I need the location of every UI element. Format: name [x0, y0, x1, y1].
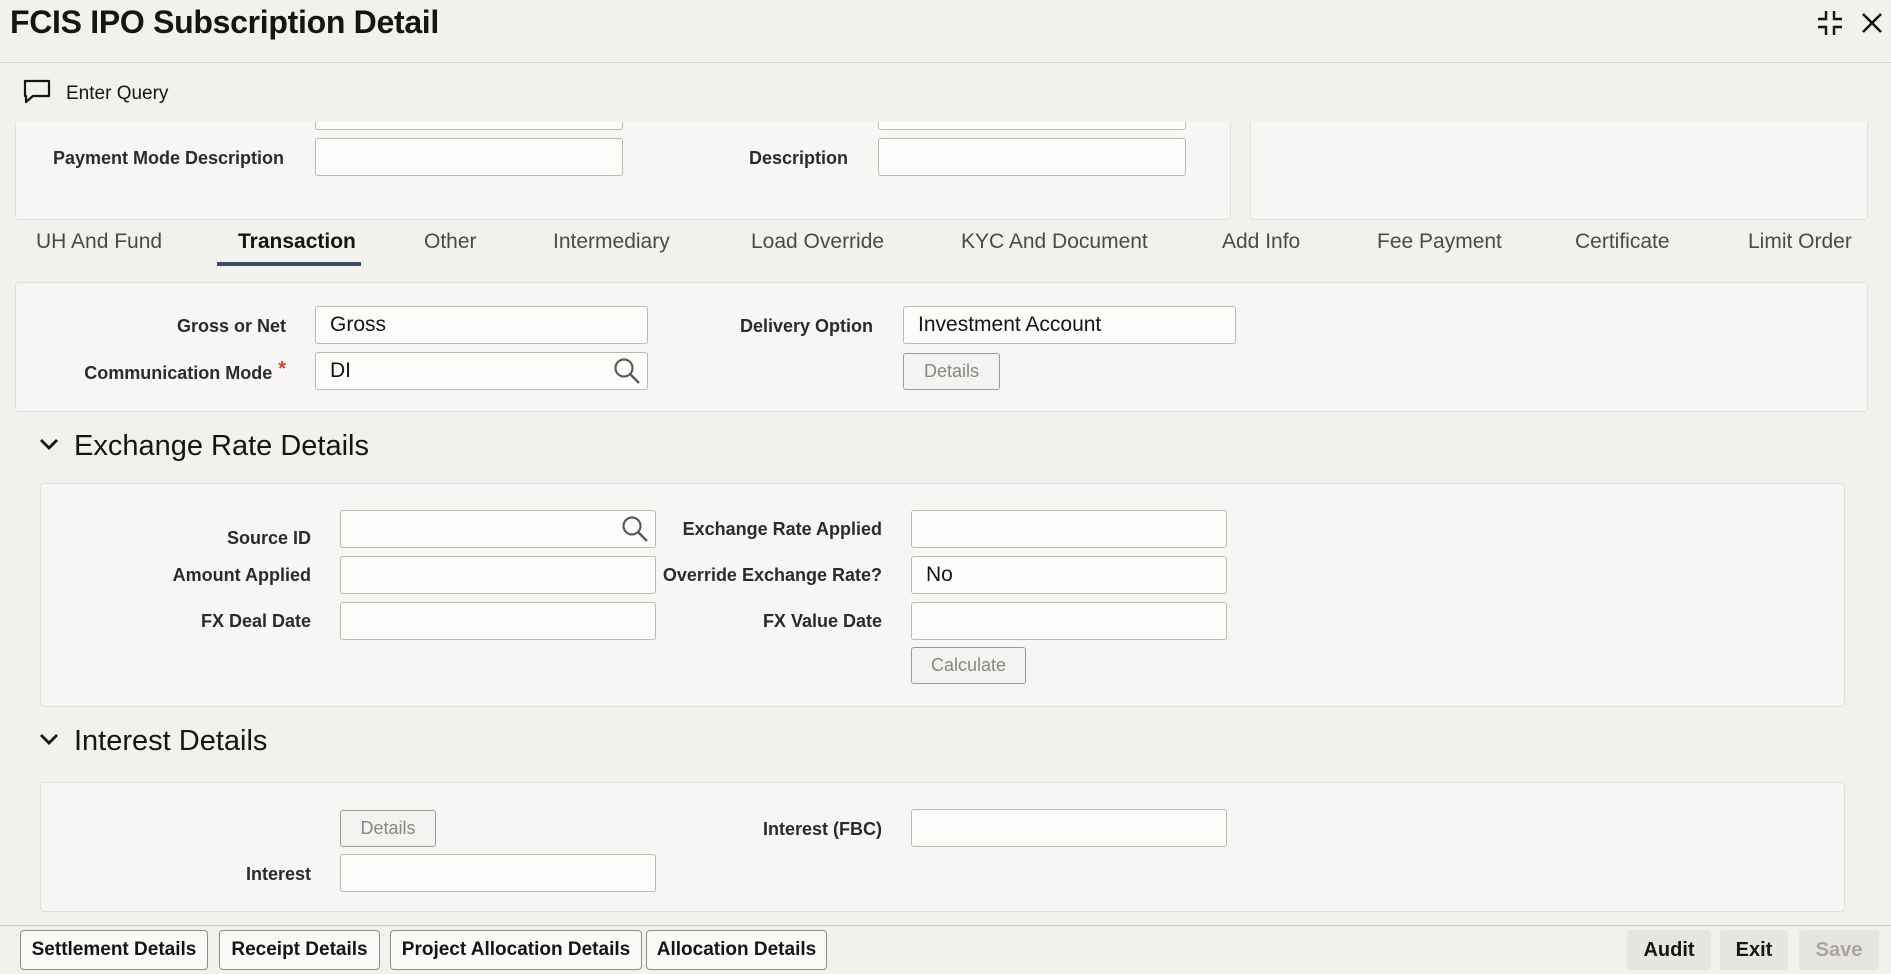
communication-mode-field[interactable]: DI [315, 352, 648, 390]
tab-uh-and-fund[interactable]: UH And Fund [36, 230, 162, 254]
allocation-details-button[interactable]: Allocation Details [646, 930, 827, 970]
tab-add-info[interactable]: Add Info [1222, 230, 1300, 254]
summary-panel [1250, 122, 1868, 220]
exchange-rate-heading: Exchange Rate Details [74, 430, 369, 462]
tab-transaction[interactable]: Transaction [238, 230, 356, 254]
gross-or-net-label: Gross or Net [176, 316, 286, 336]
tab-kyc-and-document[interactable]: KYC And Document [961, 230, 1148, 254]
fx-value-date-label: FX Value Date [762, 611, 882, 631]
calculate-button[interactable]: Calculate [911, 647, 1026, 684]
search-icon[interactable] [620, 514, 650, 544]
communication-mode-label-text: Communication Mode [84, 363, 273, 383]
enter-query-label: Enter Query [66, 83, 169, 104]
communication-mode-label: Communication Mode * [40, 358, 286, 385]
interest-heading: Interest Details [74, 725, 268, 757]
tab-fee-payment[interactable]: Fee Payment [1377, 230, 1502, 254]
description-field[interactable] [878, 138, 1186, 176]
exit-button[interactable]: Exit [1720, 930, 1788, 970]
tab-limit-order[interactable]: Limit Order [1748, 230, 1852, 254]
tab-load-override[interactable]: Load Override [751, 230, 884, 254]
source-id-field[interactable] [340, 510, 656, 548]
interest-fbc-field[interactable] [911, 809, 1227, 847]
fx-deal-date-field[interactable] [340, 602, 656, 640]
gross-or-net-field[interactable]: Gross [315, 306, 648, 344]
required-indicator: * [278, 358, 286, 380]
search-icon[interactable] [612, 356, 642, 386]
enter-query-button[interactable]: Enter Query [22, 78, 168, 110]
chevron-down-icon [38, 430, 60, 463]
interest-field[interactable] [340, 854, 656, 892]
settlement-details-button[interactable]: Settlement Details [20, 930, 208, 970]
communication-mode-value: DI [330, 359, 351, 382]
close-icon[interactable] [1857, 8, 1891, 38]
payment-mode-description-label: Payment Mode Description [52, 148, 284, 168]
project-allocation-details-button[interactable]: Project Allocation Details [390, 930, 642, 970]
footer-divider [0, 925, 1891, 926]
override-exchange-rate-label: Override Exchange Rate? [662, 565, 882, 585]
payment-mode-description-field[interactable] [315, 138, 623, 176]
form-scroll-area[interactable]: Payment Mode Description Description UH … [0, 122, 1891, 922]
tab-intermediary[interactable]: Intermediary [553, 230, 670, 254]
interest-label: Interest [245, 864, 311, 884]
description-label: Description [748, 148, 848, 168]
page-title: FCIS IPO Subscription Detail [10, 4, 439, 40]
audit-button[interactable]: Audit [1627, 930, 1711, 970]
source-id-label: Source ID [226, 528, 311, 548]
fx-value-date-field[interactable] [911, 602, 1227, 640]
interest-details-button[interactable]: Details [340, 810, 436, 847]
delivery-option-field[interactable]: Investment Account [903, 306, 1236, 344]
override-exchange-rate-field[interactable]: No [911, 556, 1227, 594]
chevron-down-icon [38, 725, 60, 758]
interest-panel [40, 782, 1845, 912]
interest-section-header[interactable]: Interest Details [38, 725, 267, 758]
tab-certificate[interactable]: Certificate [1575, 230, 1670, 254]
delivery-details-button[interactable]: Details [903, 353, 1000, 390]
save-button[interactable]: Save [1799, 930, 1879, 970]
active-tab-indicator [217, 262, 361, 266]
hidden-field-1[interactable] [315, 122, 623, 130]
transaction-panel [15, 282, 1868, 412]
fx-deal-date-label: FX Deal Date [200, 611, 311, 631]
chat-bubble-icon [22, 78, 52, 110]
exchange-rate-section-header[interactable]: Exchange Rate Details [38, 430, 369, 463]
delivery-option-label: Delivery Option [739, 316, 873, 336]
receipt-details-button[interactable]: Receipt Details [219, 930, 380, 970]
collapse-icon[interactable] [1814, 8, 1848, 38]
exchange-rate-applied-field[interactable] [911, 510, 1227, 548]
exchange-rate-applied-label: Exchange Rate Applied [682, 519, 882, 539]
tab-other[interactable]: Other [424, 230, 477, 254]
amount-applied-field[interactable] [340, 556, 656, 594]
amount-applied-label: Amount Applied [172, 565, 311, 585]
interest-fbc-label: Interest (FBC) [762, 819, 882, 839]
hidden-field-2[interactable] [878, 122, 1186, 130]
header-divider [0, 62, 1891, 63]
